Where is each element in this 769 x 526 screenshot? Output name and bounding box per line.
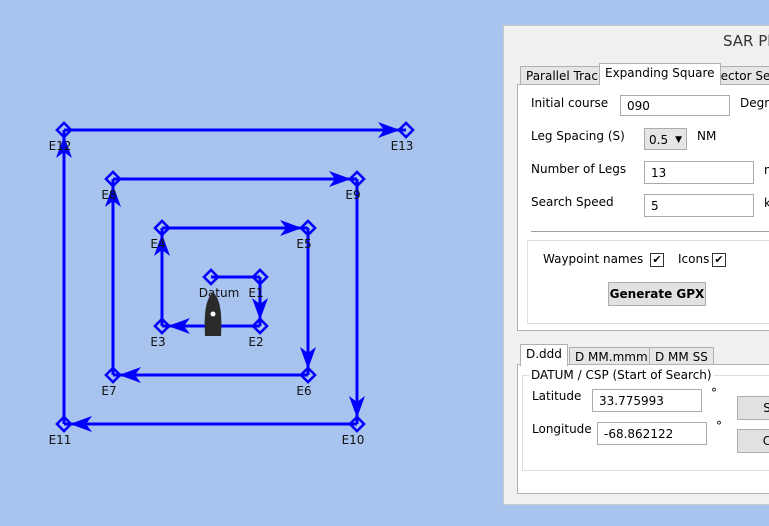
map-canvas[interactable]: Datum E1 E2 E3 E4 E5 E6 E7 E8 E9 E10 E11 E12 E13 (0, 0, 503, 526)
latitude-input[interactable]: 33.775993 (592, 389, 702, 412)
initial-course-input[interactable]: 090 (620, 95, 730, 116)
coordinate-tab-body: DATUM / CSP (Start of Search) Latitude 3… (517, 364, 769, 494)
datum-group: DATUM / CSP (Start of Search) Latitude 3… (522, 368, 769, 471)
waypoint-label: E9 (345, 188, 360, 202)
speed-input[interactable]: 5 (644, 194, 754, 217)
leg-spacing-label: Leg Spacing (S) (531, 129, 625, 143)
initial-course-label: Initial course (531, 96, 609, 110)
latitude-label: Latitude (532, 389, 582, 403)
generate-gpx-button[interactable]: Generate GPX (608, 282, 706, 306)
boat-position-dot (210, 311, 216, 317)
longitude-input[interactable]: -68.862122 (597, 422, 707, 445)
divider (531, 231, 769, 232)
leg-spacing-value: 0.5 (649, 133, 669, 147)
waypoint-label: E11 (49, 433, 72, 447)
longitude-label: Longitude (532, 422, 592, 436)
center-button[interactable]: C (737, 429, 769, 453)
options-group: Waypoint names ✔ Icons ✔ Generate GPX (527, 240, 769, 324)
latitude-degree: ° (711, 386, 717, 400)
waypoint-label: E4 (150, 237, 165, 251)
waypoint-label: E5 (296, 237, 311, 251)
waypoint-label: E12 (49, 139, 72, 153)
longitude-degree: ° (716, 419, 722, 433)
waypoint-label: E1 (248, 286, 263, 300)
waypoint-names-label: Waypoint names (543, 252, 644, 266)
tab-d-ddd[interactable]: D.ddd (520, 344, 568, 366)
speed-unit: k (764, 196, 769, 210)
waypoint-label: E8 (101, 188, 116, 202)
waypoint-label: E13 (391, 139, 414, 153)
tab-parallel-track[interactable]: Parallel Track (520, 66, 611, 86)
waypoint-label: E10 (342, 433, 365, 447)
legs-label: Number of Legs (531, 162, 627, 176)
waypoint-label: Datum (199, 286, 240, 300)
speed-label: Search Speed (531, 195, 614, 209)
leg-spacing-unit: NM (697, 129, 717, 143)
datum-group-label: DATUM / CSP (Start of Search) (529, 368, 714, 382)
waypoint-label: E7 (101, 384, 116, 398)
legs-input[interactable]: 13 (644, 161, 754, 184)
tab-expanding-square[interactable]: Expanding Square (599, 63, 721, 85)
icons-checkbox[interactable]: ✔ (712, 253, 726, 267)
legs-unit: n (764, 163, 769, 177)
waypoint-label: E3 (150, 335, 165, 349)
initial-course-unit: Degre (740, 96, 769, 110)
waypoint-names-checkbox[interactable]: ✔ (650, 253, 664, 267)
panel-title: SAR Plu (723, 32, 769, 50)
set-button[interactable]: S (737, 396, 769, 420)
chevron-down-icon: ▼ (675, 135, 682, 145)
leg-spacing-select[interactable]: 0.5 ▼ (644, 128, 687, 150)
waypoint-label: E2 (248, 335, 263, 349)
sar-plugin-panel: SAR Plu Parallel Track Expanding Square … (503, 25, 769, 505)
waypoint-label: E6 (296, 384, 311, 398)
expanding-square-tab-body: Initial course 090 Degre Leg Spacing (S)… (517, 84, 769, 331)
icons-label: Icons (678, 252, 710, 266)
